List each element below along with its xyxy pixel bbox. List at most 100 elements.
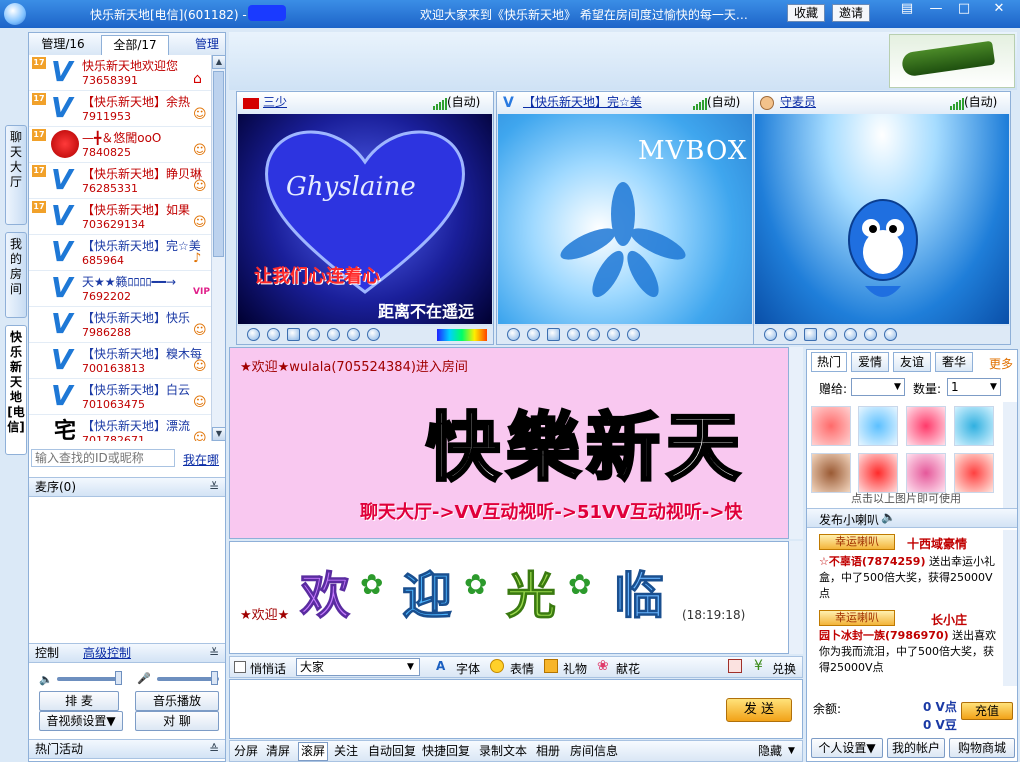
record-icon[interactable] — [864, 328, 877, 341]
user-list-item[interactable]: 17 —╋＆悠闖ooO 7840825 ☺ — [29, 127, 211, 163]
mic-slider-handle[interactable] — [211, 671, 218, 685]
user-list-item[interactable]: V 【快乐新天地】快乐 7986288 ☺ — [29, 307, 211, 343]
user-list-scrollbar[interactable]: ▲ ▼ — [211, 55, 225, 441]
hide-button[interactable]: 隐藏 — [758, 742, 782, 761]
tab-love[interactable]: 爱情 — [851, 352, 889, 372]
user-list-item[interactable]: 17 V 【快乐新天地】睁贝琳 76285331 ☺ — [29, 163, 211, 199]
video-ctrl-icon[interactable] — [247, 328, 260, 341]
user-list-item[interactable]: 17 V 【快乐新天地】余热 7911953 ☺ — [29, 91, 211, 127]
ad-banner[interactable] — [889, 34, 1015, 88]
quick-reply-button[interactable]: 快捷回复 — [422, 742, 470, 761]
flower-button[interactable]: 献花 — [616, 660, 640, 677]
collect-button[interactable]: 收藏 — [787, 4, 825, 22]
gift-item[interactable] — [954, 406, 994, 446]
user-list-item[interactable]: V 天★★籁ﾛﾛﾛﾛ━━→ 7692202 VIP — [29, 271, 211, 307]
shop-button[interactable]: 购物商城 — [949, 738, 1015, 758]
snapshot-icon[interactable] — [307, 328, 320, 341]
gift-item[interactable] — [954, 453, 994, 493]
tab-friendship[interactable]: 友谊 — [893, 352, 931, 372]
gift-item[interactable] — [858, 453, 898, 493]
record-icon[interactable] — [607, 328, 620, 341]
personal-settings-button[interactable]: 个人设置▼ — [811, 738, 883, 758]
microphone-icon[interactable]: 🎤 — [137, 672, 151, 685]
tab-managers[interactable]: 管理/16 — [29, 35, 97, 55]
video-feed-3[interactable] — [755, 114, 1009, 324]
tab-luxury[interactable]: 奢华 — [935, 352, 973, 372]
user-search-input[interactable] — [31, 449, 175, 467]
gift-item[interactable] — [811, 406, 851, 446]
hide-arrow-icon[interactable]: ▼ — [788, 742, 795, 761]
user-list-item[interactable]: 17 V 【快乐新天地】如果 703629134 ☺ — [29, 199, 211, 235]
video-user-name-3[interactable]: 守麦员 — [780, 92, 816, 113]
snapshot-icon[interactable] — [824, 328, 837, 341]
collapse-icon[interactable]: ≚ — [209, 478, 219, 496]
settings-gear-icon[interactable] — [367, 328, 380, 341]
expand-up-icon[interactable]: ≙ — [209, 740, 219, 758]
broadcast-scrollbar[interactable] — [1003, 530, 1017, 686]
my-account-button[interactable]: 我的帐户 — [887, 738, 945, 758]
exchange-button[interactable]: 兑换 — [772, 660, 796, 677]
side-tab-current-room[interactable]: 快乐新天地[电信] — [5, 325, 27, 455]
gift-item[interactable] — [858, 406, 898, 446]
broadcast-label[interactable]: 发布小喇叭 — [819, 511, 879, 528]
tab-all-users[interactable]: 全部/17 — [101, 35, 169, 55]
gift-item[interactable] — [906, 453, 946, 493]
queue-mic-button[interactable]: 排 麦 — [39, 691, 119, 711]
emoji-button[interactable]: 表情 — [510, 660, 534, 677]
fullscreen-icon[interactable] — [547, 328, 560, 341]
fullscreen-icon[interactable] — [287, 328, 300, 341]
room-info-button[interactable]: 房间信息 — [570, 742, 618, 761]
manage-link[interactable]: 管理 — [189, 35, 225, 55]
where-am-i-link[interactable]: 我在哪 — [183, 451, 219, 468]
hot-events-header[interactable]: 热门活动 ≙ — [29, 739, 225, 759]
gift-icon[interactable] — [544, 659, 558, 673]
maximize-icon[interactable]: □ — [950, 0, 978, 20]
tab-hot[interactable]: 热门 — [811, 352, 847, 372]
split-screen-button[interactable]: 分屏 — [234, 742, 258, 761]
side-tab-my-room[interactable]: 我的房间 — [5, 232, 27, 318]
mic-volume-slider[interactable] — [157, 677, 219, 681]
invite-button[interactable]: 邀请 — [832, 4, 870, 22]
snapshot-icon[interactable] — [567, 328, 580, 341]
video-user-name-2[interactable]: 【快乐新天地】完☆美 — [523, 92, 642, 113]
scroll-thumb[interactable] — [213, 71, 224, 257]
mic-queue-header[interactable]: 麦序(0) ≚ — [29, 477, 225, 497]
side-tab-lobby[interactable]: 聊天大厅 — [5, 125, 27, 225]
settings-gear-icon[interactable] — [627, 328, 640, 341]
gift-button[interactable]: 礼物 — [563, 660, 587, 677]
settings-gear-icon[interactable] — [884, 328, 897, 341]
edit-icon[interactable] — [728, 659, 742, 673]
quantity-select[interactable]: 1 ▼ — [947, 378, 1001, 396]
record-icon[interactable] — [347, 328, 360, 341]
exchange-icon[interactable]: ¥ — [754, 658, 763, 674]
loudspeaker-icon[interactable]: 🔈 — [881, 510, 896, 524]
menu-icon[interactable]: ▤ — [893, 0, 921, 20]
minimize-icon[interactable]: — — [922, 0, 950, 20]
user-list-item[interactable]: V 【快乐新天地】白云 701063475 ☺ — [29, 379, 211, 415]
fullscreen-icon[interactable] — [804, 328, 817, 341]
video-ctrl-icon[interactable] — [764, 328, 777, 341]
scroll-screen-button[interactable]: 滚屏 — [298, 742, 329, 761]
scroll-down-icon[interactable]: ▼ — [212, 427, 225, 441]
public-chat-scrollbar[interactable] — [789, 347, 803, 539]
private-chat-scrollbar[interactable] — [789, 541, 803, 654]
user-info-icon[interactable] — [327, 328, 340, 341]
more-gifts-link[interactable]: 更多 — [989, 355, 1013, 372]
font-button[interactable]: 字体 — [456, 660, 480, 677]
video-ctrl-icon[interactable] — [507, 328, 520, 341]
volume-slider-handle[interactable] — [115, 671, 122, 685]
gift-item[interactable] — [906, 406, 946, 446]
clear-screen-button[interactable]: 清屏 — [266, 742, 290, 761]
recharge-button[interactable]: 充值 — [961, 702, 1013, 720]
music-play-button[interactable]: 音乐播放 — [135, 691, 219, 711]
user-info-icon[interactable] — [587, 328, 600, 341]
record-text-button[interactable]: 录制文本 — [479, 742, 527, 761]
volume-slider[interactable] — [57, 677, 119, 681]
public-chat-area[interactable]: ★欢迎★wulala(705524384)进入房间 快樂新天 聊天大厅->VV互… — [229, 347, 789, 539]
message-input[interactable]: 发 送 — [229, 679, 803, 739]
speaker-icon[interactable]: 🔈 — [39, 673, 53, 686]
emoji-icon[interactable] — [490, 659, 504, 673]
advanced-control-link[interactable]: 高级控制 — [83, 644, 131, 662]
audio-ctrl-icon[interactable] — [527, 328, 540, 341]
auto-reply-button[interactable]: 自动回复 — [368, 742, 416, 761]
